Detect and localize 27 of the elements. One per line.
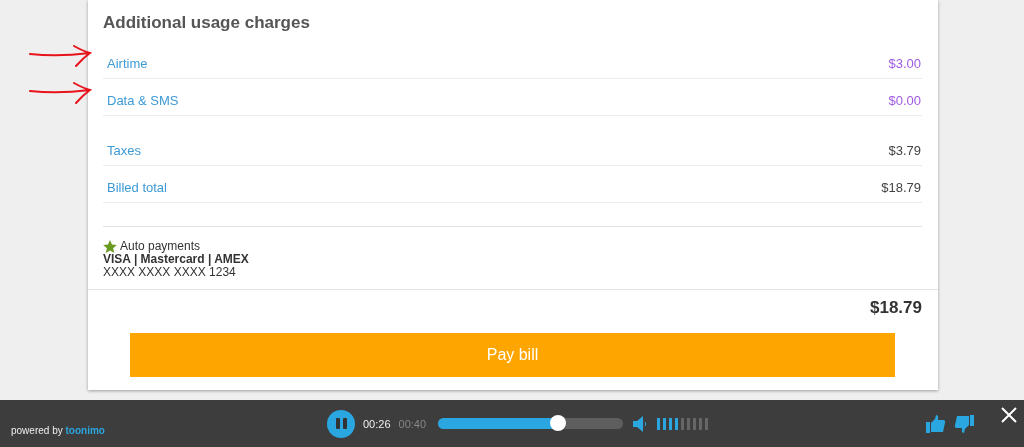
duration-time: 00:40: [398, 417, 427, 430]
progress-handle[interactable]: [550, 415, 567, 431]
charge-label[interactable]: Airtime: [107, 55, 148, 71]
charge-label[interactable]: Taxes: [107, 142, 141, 158]
pause-button[interactable]: [327, 409, 355, 438]
powered-by-text: powered by toonimo: [11, 424, 106, 436]
charge-amount: $3.00: [888, 55, 921, 71]
speaker-icon[interactable]: [633, 415, 648, 432]
charge-amount: $0.00: [888, 92, 921, 108]
elapsed-time: 00:26: [363, 417, 391, 430]
brand-link[interactable]: toonimo: [65, 424, 105, 436]
charge-label[interactable]: Billed total: [107, 179, 167, 195]
section-title: Additional usage charges: [103, 13, 311, 33]
auto-payments-label: Auto payments: [120, 240, 201, 253]
thumbs-up-icon[interactable]: [926, 414, 946, 433]
total-amount: $18.79: [870, 298, 922, 318]
card-brands: VISA | Mastercard | AMEX: [103, 253, 250, 266]
charge-amount: $18.79: [881, 179, 921, 195]
charge-amount: $3.79: [888, 142, 921, 158]
volume-meter[interactable]: [657, 417, 709, 430]
pay-bill-button[interactable]: Pay bill: [130, 333, 895, 377]
close-button[interactable]: [1000, 406, 1018, 424]
charge-label[interactable]: Data & SMS: [107, 92, 179, 108]
star-icon: [103, 240, 117, 253]
thumbs-down-icon[interactable]: [954, 414, 974, 433]
progress-track[interactable]: [438, 418, 624, 429]
card-number: XXXX XXXX XXXX 1234: [103, 266, 237, 279]
